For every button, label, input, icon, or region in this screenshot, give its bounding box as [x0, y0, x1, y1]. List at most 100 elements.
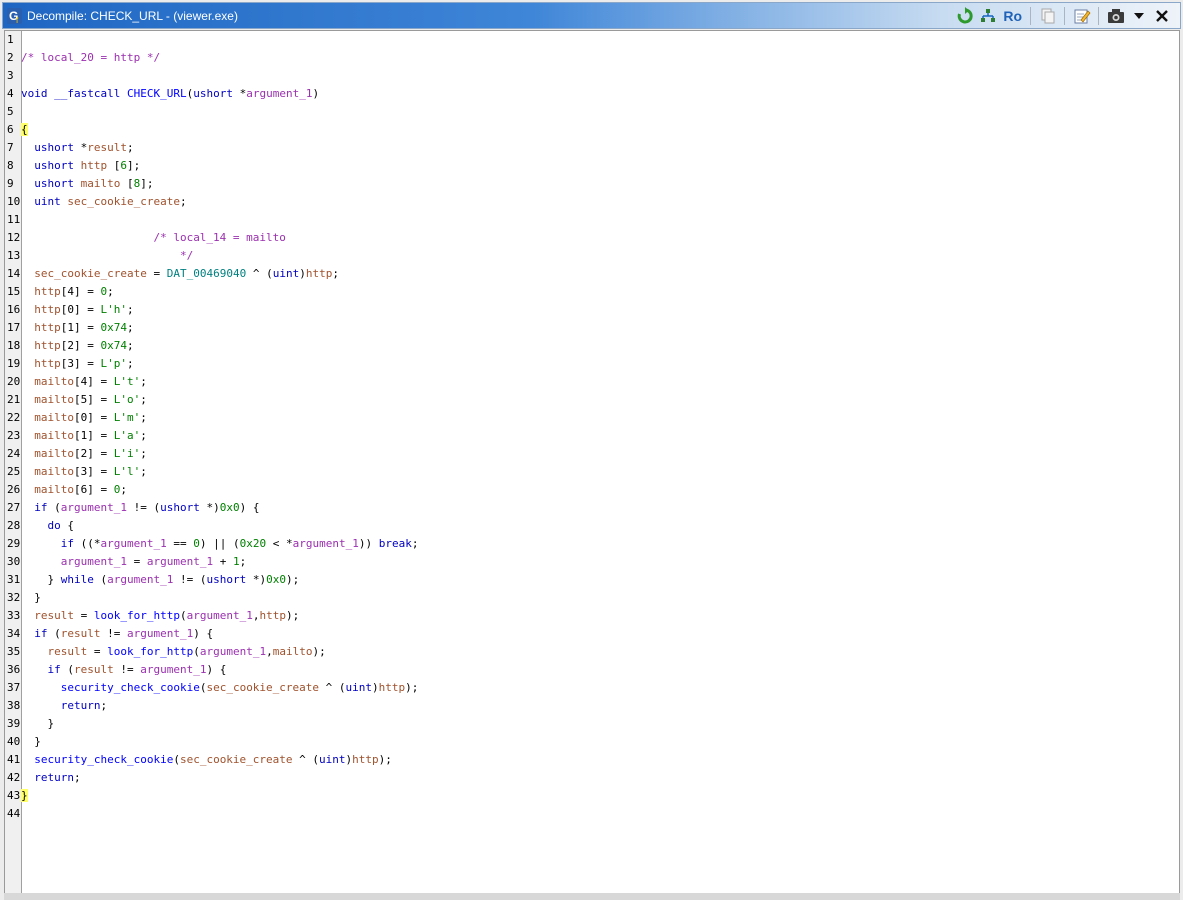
code-line[interactable]: 16 http[0] = L'h';: [5, 301, 1179, 319]
code-text[interactable]: }: [21, 589, 41, 607]
code-token[interactable]: [21, 465, 34, 478]
code-line[interactable]: 24 mailto[2] = L'i';: [5, 445, 1179, 463]
code-token[interactable]: 0: [193, 537, 200, 550]
code-line[interactable]: 37 security_check_cookie(sec_cookie_crea…: [5, 679, 1179, 697]
code-line[interactable]: 13 */: [5, 247, 1179, 265]
code-token[interactable]: =: [87, 645, 107, 658]
copy-icon[interactable]: [1038, 6, 1058, 26]
code-token[interactable]: ;: [180, 195, 187, 208]
code-token[interactable]: < *: [266, 537, 293, 550]
code-token[interactable]: result: [34, 609, 74, 622]
code-token[interactable]: sec_cookie_create: [180, 753, 293, 766]
code-token[interactable]: argument_1: [187, 609, 253, 622]
code-line[interactable]: 38 return;: [5, 697, 1179, 715]
code-token[interactable]: if: [34, 501, 47, 514]
decompiler-code-panel[interactable]: 1 2/* local_20 = http */3 4 void __fastcall…: [4, 30, 1180, 894]
code-token[interactable]: argument_1: [61, 555, 127, 568]
code-line[interactable]: 36 if (result != argument_1) {: [5, 661, 1179, 679]
code-token[interactable]: uint: [34, 195, 61, 208]
code-token[interactable]: [21, 195, 34, 208]
code-text[interactable]: {: [21, 121, 28, 139]
code-line[interactable]: 14 sec_cookie_create = DAT_00469040 ^ (u…: [5, 265, 1179, 283]
brace-token[interactable]: }: [21, 789, 28, 802]
code-line[interactable]: 9 ushort mailto [8];: [5, 175, 1179, 193]
code-token[interactable]: /* local_14 = mailto: [153, 231, 285, 244]
code-token[interactable]: http: [306, 267, 333, 280]
code-token[interactable]: [6] =: [74, 483, 114, 496]
code-token[interactable]: [5] =: [74, 393, 114, 406]
code-token[interactable]: [21, 177, 34, 190]
code-text[interactable]: if (result != argument_1) {: [21, 661, 227, 679]
code-token[interactable]: L'h': [101, 303, 128, 316]
code-token[interactable]: [21, 483, 34, 496]
code-token[interactable]: ) {: [193, 627, 213, 640]
code-token[interactable]: L'l': [114, 465, 141, 478]
code-text[interactable]: }: [21, 715, 54, 733]
code-token[interactable]: [21, 393, 34, 406]
code-token[interactable]: );: [379, 753, 392, 766]
code-token[interactable]: 0x74: [101, 339, 128, 352]
code-token[interactable]: );: [286, 573, 299, 586]
code-token[interactable]: ;: [120, 483, 127, 496]
code-token[interactable]: result: [48, 645, 88, 658]
code-token[interactable]: [120, 87, 127, 100]
code-token[interactable]: ) {: [240, 501, 260, 514]
code-line[interactable]: 33 result = look_for_http(argument_1,htt…: [5, 607, 1179, 625]
code-line[interactable]: 7 ushort *result;: [5, 139, 1179, 157]
code-token[interactable]: ;: [140, 447, 147, 460]
code-token[interactable]: L'p': [101, 357, 128, 370]
code-token[interactable]: =: [127, 555, 147, 568]
code-token[interactable]: result: [74, 663, 114, 676]
code-token[interactable]: (: [61, 663, 74, 676]
code-token[interactable]: }: [21, 717, 54, 730]
code-text[interactable]: http[0] = L'h';: [21, 301, 133, 319]
code-token[interactable]: argument_1: [200, 645, 266, 658]
code-text[interactable]: http[3] = L'p';: [21, 355, 134, 373]
code-token[interactable]: 0x20: [240, 537, 267, 550]
code-token[interactable]: */: [180, 249, 193, 262]
code-token[interactable]: ;: [140, 429, 147, 442]
code-text[interactable]: mailto[3] = L'l';: [21, 463, 147, 481]
code-token[interactable]: [21, 249, 180, 262]
code-text[interactable]: }: [21, 787, 28, 805]
code-token[interactable]: [21, 555, 61, 568]
code-token[interactable]: return: [34, 771, 74, 784]
code-text[interactable]: ushort http [6];: [21, 157, 140, 175]
code-token[interactable]: [0] =: [74, 411, 114, 424]
code-token[interactable]: ushort: [160, 501, 200, 514]
code-token[interactable]: L'a': [114, 429, 141, 442]
code-text[interactable]: mailto[2] = L'i';: [21, 445, 147, 463]
code-text[interactable]: } while (argument_1 != (ushort *)0x0);: [21, 571, 299, 589]
code-token[interactable]: ): [372, 681, 379, 694]
code-token[interactable]: )): [359, 537, 379, 550]
code-text[interactable]: mailto[5] = L'o';: [21, 391, 147, 409]
code-token[interactable]: [21, 267, 34, 280]
code-token[interactable]: http: [34, 285, 61, 298]
code-token[interactable]: security_check_cookie: [61, 681, 200, 694]
code-token[interactable]: [21, 645, 48, 658]
code-line[interactable]: 20 mailto[4] = L't';: [5, 373, 1179, 391]
code-token[interactable]: ushort: [34, 159, 74, 172]
code-token[interactable]: look_for_http: [94, 609, 180, 622]
code-token[interactable]: [: [120, 177, 134, 190]
brace-token[interactable]: {: [21, 123, 28, 136]
code-token[interactable]: );: [312, 645, 325, 658]
code-token[interactable]: [3] =: [61, 357, 101, 370]
code-line[interactable]: 23 mailto[1] = L'a';: [5, 427, 1179, 445]
code-token[interactable]: if: [61, 537, 74, 550]
code-token[interactable]: (: [48, 627, 61, 640]
code-token[interactable]: ): [299, 267, 306, 280]
code-token[interactable]: ;: [127, 357, 134, 370]
title-bar[interactable]: G f Decompile: CHECK_URL - (viewer.exe): [2, 2, 1181, 29]
code-token[interactable]: [21, 537, 61, 550]
code-token[interactable]: ==: [167, 537, 194, 550]
code-line[interactable]: 22 mailto[0] = L'm';: [5, 409, 1179, 427]
code-token[interactable]: __fastcall: [54, 87, 120, 100]
code-token[interactable]: 0x74: [101, 321, 128, 334]
code-token[interactable]: http: [81, 159, 108, 172]
code-line[interactable]: 18 http[2] = 0x74;: [5, 337, 1179, 355]
code-line[interactable]: 35 result = look_for_http(argument_1,mai…: [5, 643, 1179, 661]
code-line[interactable]: 6{: [5, 121, 1179, 139]
code-token[interactable]: mailto: [81, 177, 121, 190]
code-line[interactable]: 8 ushort http [6];: [5, 157, 1179, 175]
